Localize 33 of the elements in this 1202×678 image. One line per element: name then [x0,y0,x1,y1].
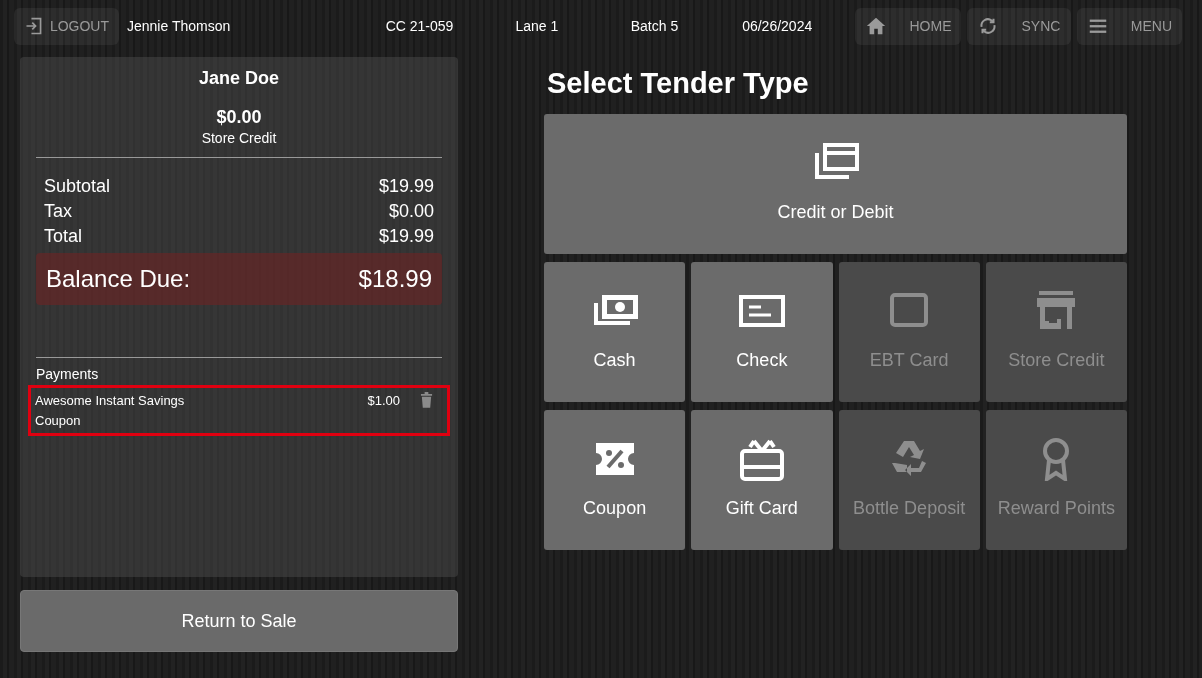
tender-button[interactable]: Cash [544,261,686,402]
trash-icon[interactable] [420,391,433,409]
tender-button[interactable]: Gift Card [691,409,833,550]
customer-name: Jane Doe [197,67,280,90]
home-icon [865,15,888,37]
total-value: $19.99 [378,225,434,249]
sync-button[interactable]: SYNC [967,7,1071,45]
batch-number: Batch 5 [630,16,680,36]
return-to-sale-button[interactable]: Return to Sale [20,590,458,652]
store-credit-label: Store Credit [200,128,278,148]
payment-name: Awesome Instant Savings Coupon [35,392,186,430]
balance-due-amount: $18.99 [358,264,432,295]
total-value: $19.99 [378,174,434,198]
balance-due-label: Balance Due: [46,264,191,295]
menu-button[interactable]: MENU [1076,7,1183,45]
register-id: CC 21-059 [385,16,455,36]
home-button[interactable]: HOME [855,7,962,45]
tender-button[interactable]: Coupon [544,409,686,550]
total-label: Total [44,225,83,249]
tender-button[interactable]: Check [691,261,833,402]
screen-title: Select Tender Type [547,66,810,101]
total-label: Subtotal [44,174,111,198]
payment-amount: $1.00 [367,392,400,411]
transaction-date: 06/26/2024 [742,16,814,36]
tender-button[interactable]: Credit or Debit [544,113,1127,254]
user-name: Jennie Thomson [127,16,232,36]
logout-icon [24,15,44,37]
payments-title: Payments [36,365,100,385]
lane-number: Lane 1 [515,16,560,36]
total-value: $0.00 [388,200,434,223]
logout-button[interactable]: LOGOUT [14,7,119,45]
store-credit-amount: $0.00 [215,108,263,128]
total-label: Tax [44,200,72,223]
